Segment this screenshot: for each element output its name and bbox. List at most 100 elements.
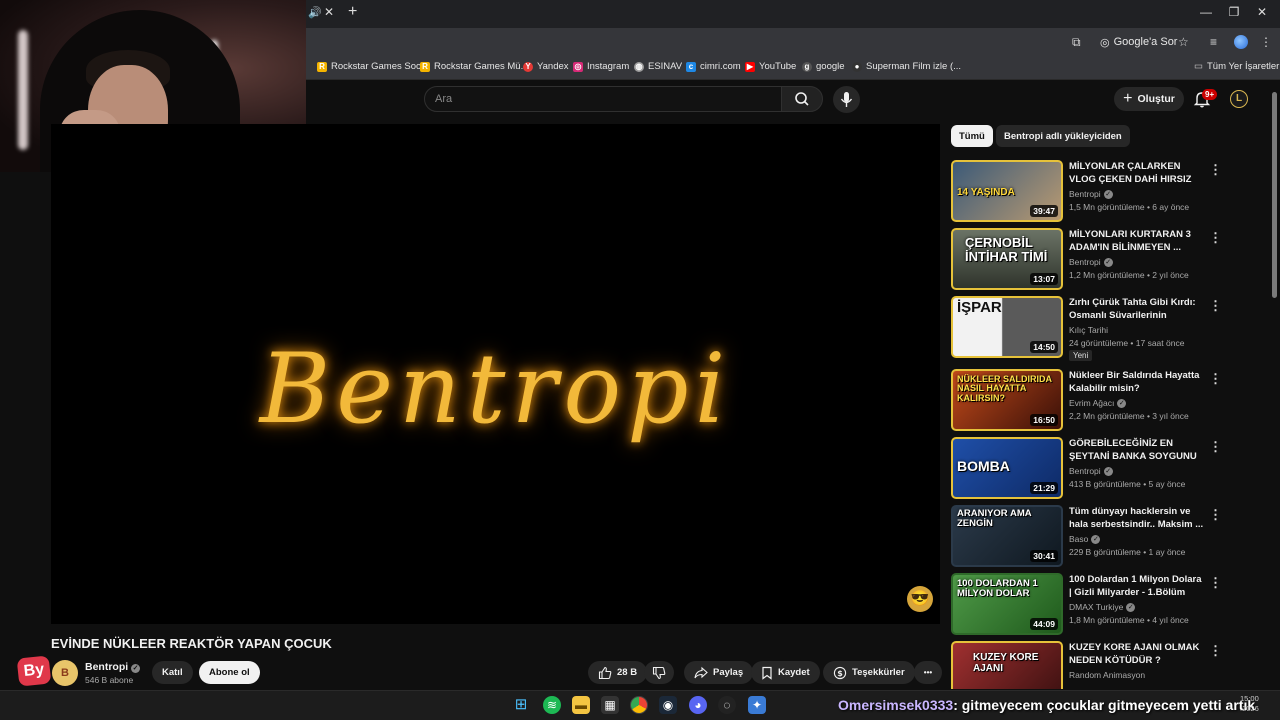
- video-thumbnail[interactable]: NÜKLEER SALDIRIDA NASIL HAYATTA KALIRSIN…: [951, 369, 1063, 431]
- bookmark-item[interactable]: ◍ ESINAV: [634, 61, 682, 72]
- store-icon[interactable]: ▦: [601, 696, 619, 714]
- recommendation-title[interactable]: Zırhı Çürük Tahta Gibi Kırdı: Osmanlı Sü…: [1069, 296, 1205, 323]
- media-icon[interactable]: ≡: [1210, 35, 1217, 49]
- recommendation-channel[interactable]: Bentropi ✓: [1069, 257, 1113, 267]
- bookmark-item[interactable]: c cimri.com: [686, 61, 741, 72]
- start-icon[interactable]: ⊞: [512, 696, 530, 714]
- bookmark-item[interactable]: ▶ YouTube: [745, 61, 796, 72]
- more-vertical-icon[interactable]: ⋮: [1209, 643, 1221, 659]
- more-vertical-icon[interactable]: ⋮: [1209, 507, 1222, 523]
- chrome-icon[interactable]: [630, 696, 648, 714]
- thanks-label: Teşekkürler: [852, 667, 905, 678]
- tab-audio-icon[interactable]: 🔊: [308, 6, 322, 19]
- new-tab-icon[interactable]: +: [348, 3, 357, 21]
- recommendation-item[interactable]: BOMBA 21:29 GÖREBİLECEĞİNİZ EN ŞEYTANİ B…: [951, 437, 1222, 499]
- search-input[interactable]: Ara: [424, 86, 782, 112]
- voice-search-button[interactable]: [833, 86, 860, 113]
- bookmark-item[interactable]: g google: [802, 61, 845, 72]
- video-thumbnail[interactable]: İŞPAR 14:50: [951, 296, 1063, 358]
- account-avatar[interactable]: L: [1230, 90, 1248, 108]
- recommendation-title[interactable]: MİLYONLAR ÇALARKEN VLOG ÇEKEN DAHİ HIRSI…: [1069, 160, 1205, 186]
- verified-icon: ✓: [1126, 602, 1136, 612]
- thumbnail-text: ÇERNOBİL İNTİHAR TİMİ: [965, 235, 1048, 264]
- bookmark-item[interactable]: Y Yandex: [523, 61, 569, 72]
- recommendation-meta: 2,2 Mn görüntüleme • 3 yıl önce: [1069, 411, 1189, 421]
- channel-name[interactable]: Bentropi ✓: [85, 661, 141, 673]
- bookmark-item[interactable]: R Rockstar Games Mü...: [420, 61, 529, 72]
- subscribe-button[interactable]: Abone ol: [199, 661, 260, 684]
- bentropi-logo-text: Bentropi: [259, 333, 732, 445]
- lens-button[interactable]: ◎ Google'a Sor: [1094, 32, 1183, 52]
- recommendation-title[interactable]: KUZEY KORE AJANI OLMAK NEDEN KÖTÜDÜR ?: [1069, 641, 1205, 667]
- more-vertical-icon[interactable]: ⋮: [1209, 371, 1222, 387]
- mic-icon: [840, 92, 853, 107]
- taskbar-clock[interactable]: 15:00 .2026: [1240, 694, 1259, 714]
- recommendation-item[interactable]: KUZEY KORE AJANI KUZEY KORE AJANI OLMAK …: [951, 641, 1221, 689]
- obs-icon[interactable]: ◌: [718, 696, 736, 714]
- app-icon[interactable]: ✦: [748, 696, 766, 714]
- share-button[interactable]: Paylaş: [684, 661, 754, 684]
- save-button[interactable]: Kaydet: [751, 661, 820, 684]
- profile-avatar[interactable]: [1234, 35, 1248, 49]
- page-scrollbar[interactable]: [1272, 92, 1277, 298]
- recommendation-title[interactable]: GÖREBİLECEĞİNİZ EN ŞEYTANİ BANKA SOYGUNU: [1069, 437, 1205, 463]
- recommendation-meta: 413 B görüntüleme • 5 ay önce: [1069, 479, 1186, 489]
- video-player[interactable]: Bentropi 😎: [51, 124, 940, 624]
- file-explorer-icon[interactable]: ▬: [572, 696, 590, 714]
- restore-icon[interactable]: ❐: [1224, 5, 1244, 19]
- recommendation-channel[interactable]: Bentropi ✓: [1069, 466, 1113, 476]
- video-thumbnail[interactable]: 14 YAŞINDA 39:47: [951, 160, 1063, 222]
- steam-icon[interactable]: ◉: [659, 696, 677, 714]
- recommendation-title[interactable]: Nükleer Bir Saldırıda Hayatta Kalabilir …: [1069, 369, 1205, 395]
- recommendation-item[interactable]: 100 DOLARDAN 1 MİLYON DOLAR 44:09 100 Do…: [951, 573, 1222, 635]
- video-thumbnail[interactable]: 100 DOLARDAN 1 MİLYON DOLAR 44:09: [951, 573, 1063, 635]
- more-vertical-icon[interactable]: ⋮: [1209, 230, 1222, 246]
- recommendation-title[interactable]: Tüm dünyayı hacklersin ve hala serbestsi…: [1069, 505, 1205, 531]
- kebab-menu-icon[interactable]: ⋮: [1260, 35, 1272, 49]
- clock-date: .2026: [1240, 704, 1259, 713]
- window-close-icon[interactable]: ✕: [1252, 5, 1272, 19]
- more-vertical-icon[interactable]: ⋮: [1209, 575, 1222, 591]
- star-icon[interactable]: ☆: [1178, 35, 1189, 49]
- recommendation-channel[interactable]: Evrim Ağacı ✓: [1069, 398, 1127, 408]
- thanks-button[interactable]: $ Teşekkürler: [823, 661, 915, 684]
- recommendation-channel[interactable]: Bentropi ✓: [1069, 189, 1113, 199]
- create-button[interactable]: + Oluştur: [1114, 87, 1184, 111]
- video-thumbnail[interactable]: ÇERNOBİL İNTİHAR TİMİ 13:07: [951, 228, 1063, 290]
- all-bookmarks[interactable]: ▭ Tüm Yer İşaretleri: [1194, 61, 1280, 72]
- spotify-icon[interactable]: ≋: [543, 696, 561, 714]
- recommendation-item[interactable]: İŞPAR 14:50 Zırhı Çürük Tahta Gibi Kırdı…: [951, 296, 1222, 361]
- minimize-icon[interactable]: —: [1196, 5, 1216, 19]
- bookmark-item[interactable]: R Rockstar Games Soc...: [317, 61, 429, 72]
- recommendation-item[interactable]: ARANIYOR AMA ZENGİN 30:41 Tüm dünyayı ha…: [951, 505, 1222, 567]
- recommendation-channel[interactable]: Kılıç Tarihi: [1069, 325, 1108, 335]
- video-thumbnail[interactable]: BOMBA 21:29: [951, 437, 1063, 499]
- recommendation-title[interactable]: MİLYONLARI KURTARAN 3 ADAM'IN BİLİNMEYEN…: [1069, 228, 1205, 254]
- verified-icon: ✓: [1103, 189, 1113, 199]
- tab-close-icon[interactable]: ✕: [324, 5, 334, 19]
- cast-icon[interactable]: ⧉: [1072, 35, 1081, 50]
- chip-from-uploader[interactable]: Bentropi adlı yükleyiciden: [996, 125, 1130, 147]
- more-vertical-icon[interactable]: ⋮: [1209, 162, 1222, 178]
- join-button[interactable]: Katıl: [152, 661, 193, 684]
- search-button[interactable]: [781, 86, 823, 112]
- more-actions-button[interactable]: •••: [914, 661, 942, 684]
- more-vertical-icon[interactable]: ⋮: [1209, 439, 1222, 455]
- recommendation-title[interactable]: 100 Dolardan 1 Milyon Dolara | Gizli Mil…: [1069, 573, 1205, 599]
- recommendation-channel[interactable]: DMAX Turkiye ✓: [1069, 602, 1136, 612]
- recommendation-item[interactable]: NÜKLEER SALDIRIDA NASIL HAYATTA KALIRSIN…: [951, 369, 1222, 431]
- chip-all[interactable]: Tümü: [951, 125, 993, 147]
- recommendation-channel[interactable]: Random Animasyon: [1069, 670, 1145, 680]
- discord-icon[interactable]: ◕: [689, 696, 707, 714]
- recommendation-item[interactable]: 14 YAŞINDA 39:47 MİLYONLAR ÇALARKEN VLOG…: [951, 160, 1222, 222]
- bookmark-item[interactable]: ◎ Instagram: [573, 61, 629, 72]
- bookmark-item[interactable]: ● Superman Film izle (...: [852, 61, 961, 72]
- recommendation-item[interactable]: ÇERNOBİL İNTİHAR TİMİ 13:07 MİLYONLARI K…: [951, 228, 1222, 290]
- dislike-button[interactable]: [644, 661, 674, 684]
- video-thumbnail[interactable]: ARANIYOR AMA ZENGİN 30:41: [951, 505, 1063, 567]
- recommendation-channel[interactable]: Baso ✓: [1069, 534, 1101, 544]
- like-button[interactable]: 28 B: [588, 661, 648, 684]
- channel-avatar[interactable]: B: [52, 660, 78, 686]
- video-thumbnail[interactable]: KUZEY KORE AJANI: [951, 641, 1063, 689]
- more-vertical-icon[interactable]: ⋮: [1209, 298, 1222, 314]
